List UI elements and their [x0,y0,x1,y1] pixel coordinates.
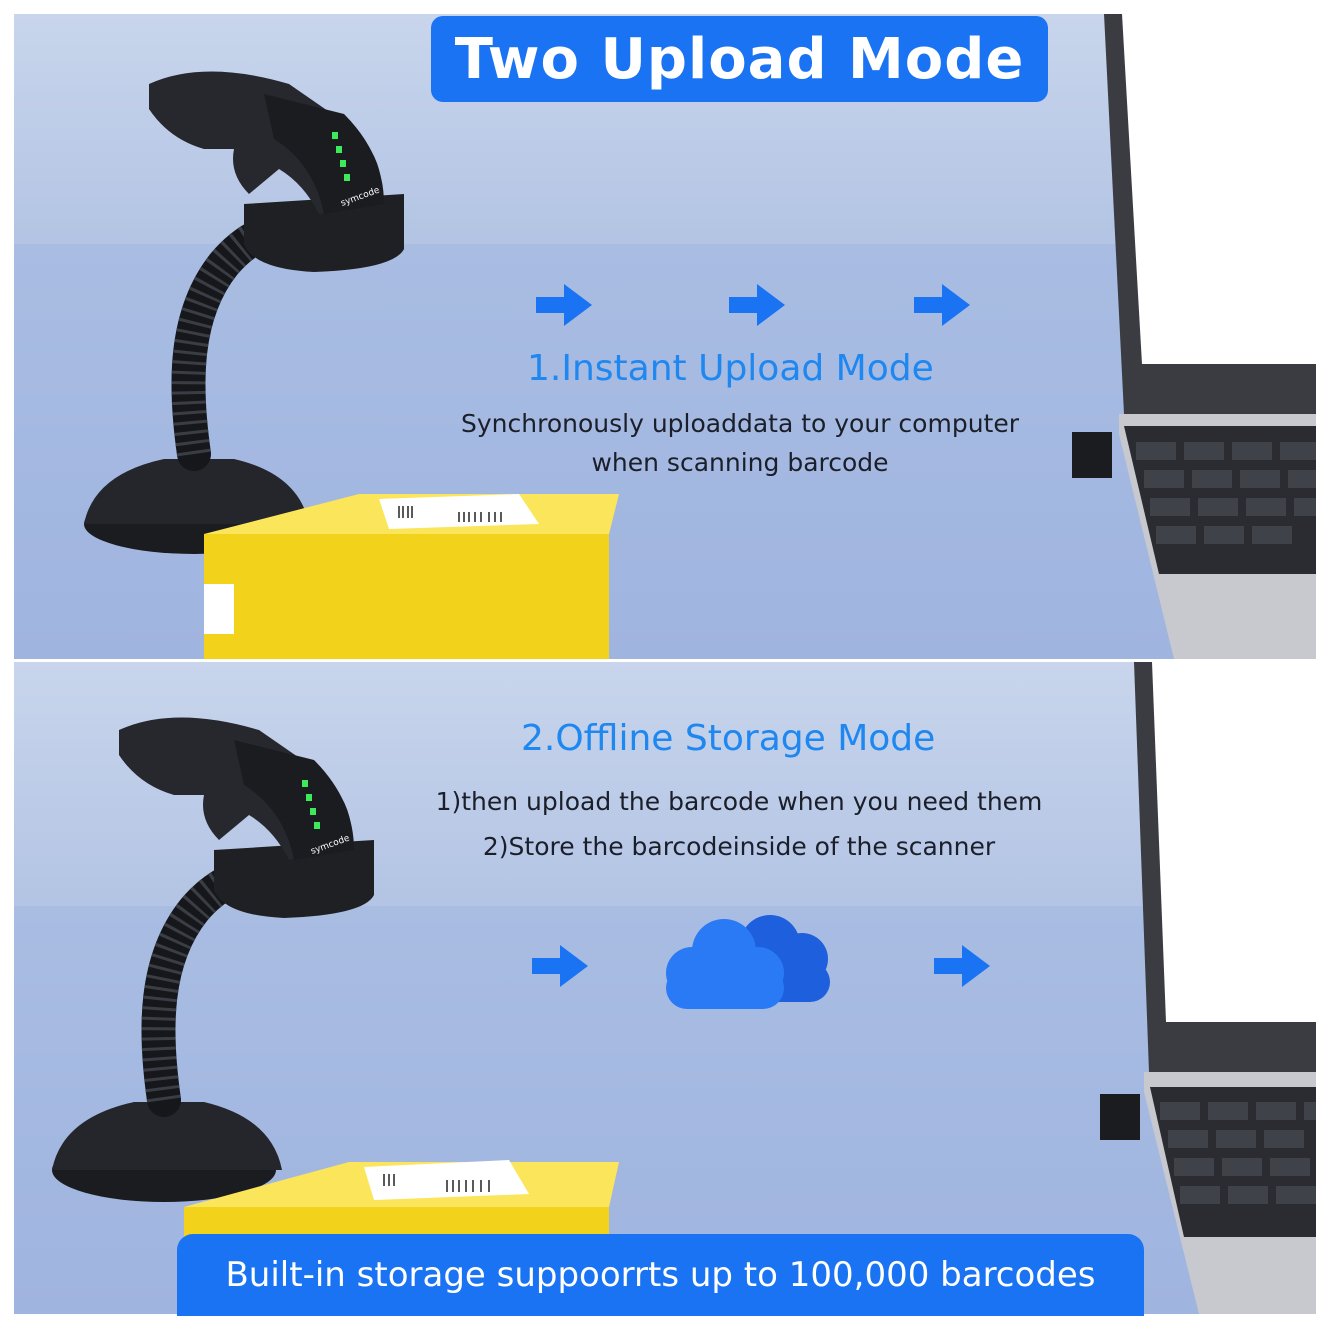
instant-upload-panel: symcode 1.Instant Upload Mode Synchronou… [14,14,1316,659]
laptop-illustration [1100,662,1316,1314]
usb-receiver [1072,432,1112,478]
instant-mode-desc-line1: Synchronously uploaddata to your compute… [461,409,1019,438]
laptop-illustration [1072,14,1316,659]
instant-mode-desc-line2: when scanning barcode [591,448,889,477]
offline-mode-desc-line1: 1)then upload the barcode when you need … [435,787,1043,816]
arrow-right-icon [536,284,592,326]
arrow-right-icon [934,945,990,987]
offline-mode-title: 2.Offline Storage Mode [521,718,936,759]
page-title: Two Upload Mode [431,16,1048,102]
offline-mode-desc-line2: 2)Store the barcodeinside of the scanner [482,832,996,861]
arrow-right-icon [729,284,785,326]
storage-capacity-banner: Built-in storage suppoorrts up to 100,00… [177,1234,1144,1316]
cloud-icon [666,915,830,1009]
usb-receiver [1100,1094,1140,1140]
arrow-right-icon [914,284,970,326]
package-box [204,494,619,659]
offline-storage-panel: symcode 2.Offline Storage Mode 1)then up… [14,662,1316,1314]
arrow-right-icon [532,945,588,987]
instant-mode-title: 1.Instant Upload Mode [527,348,934,389]
